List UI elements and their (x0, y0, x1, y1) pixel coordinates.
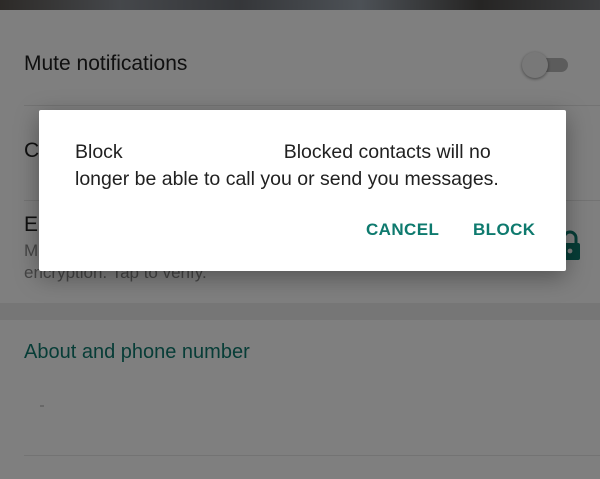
block-button[interactable]: BLOCK (473, 220, 535, 240)
dialog-message: Block Blocked contacts will no longer be … (75, 139, 555, 193)
block-contact-dialog: Block Blocked contacts will no longer be … (39, 110, 566, 271)
dialog-message-blocked-text: Blocked contacts will no (283, 141, 491, 163)
dialog-message-block-word: Block (75, 141, 123, 163)
dialog-message-line1: Block Blocked contacts will no (75, 139, 555, 166)
dialog-message-line2: longer be able to call you or send you m… (75, 168, 499, 190)
cancel-button[interactable]: CANCEL (366, 220, 439, 240)
